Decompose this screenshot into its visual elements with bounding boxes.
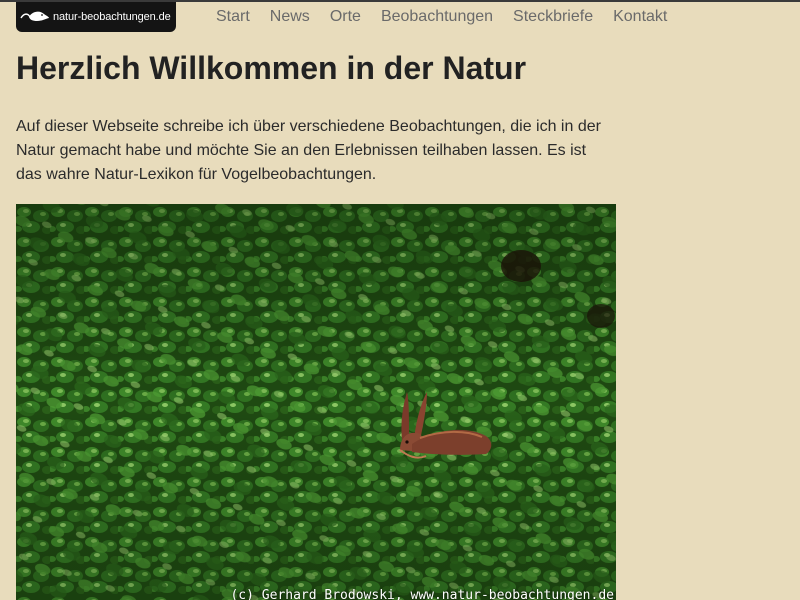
page-title: Herzlich Willkommen in der Natur (16, 50, 527, 86)
site-logo[interactable]: natur-beobachtungen.de (16, 2, 176, 32)
nav-item-kontakt[interactable]: Kontakt (603, 7, 677, 27)
bird-icon (20, 8, 50, 26)
nav-item-news[interactable]: News (260, 7, 320, 27)
image-credit: (c) Gerhard Brodowski, www.natur-beobach… (230, 588, 614, 600)
nav-item-beobachtungen[interactable]: Beobachtungen (371, 7, 503, 27)
hero-image: (c) Gerhard Brodowski, www.natur-beobach… (16, 204, 616, 600)
logo-text: natur-beobachtungen.de (53, 11, 171, 23)
nav-item-start[interactable]: Start (206, 7, 260, 27)
nav-item-steckbriefe[interactable]: Steckbriefe (503, 7, 603, 27)
nav-item-orte[interactable]: Orte (320, 7, 371, 27)
intro-paragraph: Auf dieser Webseite schreibe ich über ve… (16, 118, 601, 183)
main-navigation: Start News Orte Beobachtungen Steckbrief… (206, 7, 677, 27)
hare-in-field-photo (16, 204, 616, 600)
